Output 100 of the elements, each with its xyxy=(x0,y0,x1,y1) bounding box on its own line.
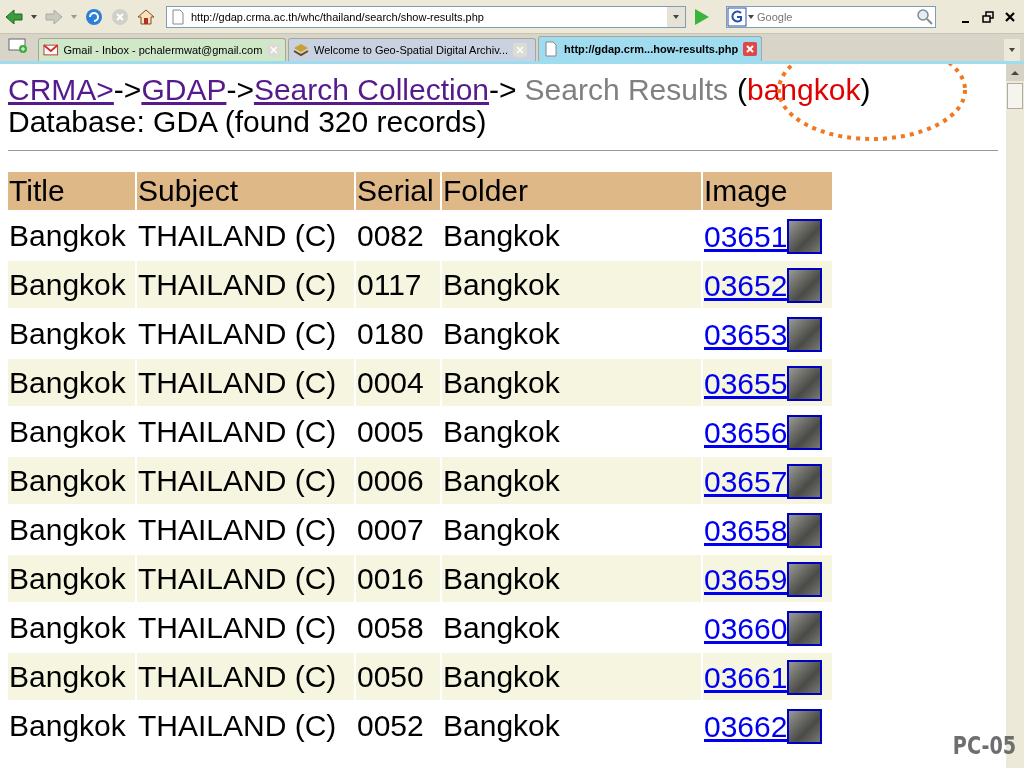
table-cell: 0117 xyxy=(356,261,440,308)
image-link[interactable]: 03662 xyxy=(704,712,788,744)
table-cell: 0006 xyxy=(356,457,440,504)
photo-placeholder[interactable] xyxy=(787,366,823,401)
parenthesis: ) xyxy=(860,73,871,106)
close-button[interactable] xyxy=(1004,10,1016,23)
table-cell: THAILAND (C) xyxy=(137,653,354,700)
breadcrumb-current: Search Results xyxy=(524,73,728,106)
figure-label: PC-05 xyxy=(952,732,1016,760)
table-cell-text: Bangkok xyxy=(442,609,561,646)
restore-button[interactable] xyxy=(982,10,994,23)
breadcrumb-link[interactable]: CRMA> xyxy=(8,73,114,106)
page-icon xyxy=(543,41,559,57)
table-cell: Bangkok xyxy=(8,457,135,504)
table-cell: 0016 xyxy=(356,555,440,602)
table-cell-text: 0180 xyxy=(356,315,425,352)
table-cell-text: 0082 xyxy=(356,217,425,254)
table-cell: Bangkok xyxy=(8,359,135,406)
dropdown-icon[interactable] xyxy=(672,12,680,21)
table-cell-text: Bangkok xyxy=(442,707,561,744)
image-link[interactable]: 03656 xyxy=(704,418,788,450)
image-link[interactable]: 03653 xyxy=(704,320,788,352)
search-field[interactable]: Google xyxy=(726,5,936,28)
tab-list-button[interactable] xyxy=(1008,46,1016,54)
column-header: Serial xyxy=(356,172,440,210)
photo-placeholder[interactable] xyxy=(787,562,823,597)
layers-icon xyxy=(293,42,309,58)
table-cell-text: Bangkok xyxy=(442,413,561,450)
table-cell-text: 0058 xyxy=(356,609,425,646)
table-cell: Bangkok xyxy=(8,555,135,602)
column-header: Title xyxy=(8,172,135,210)
table-cell: 0050 xyxy=(356,653,440,700)
image-link[interactable]: 03658 xyxy=(704,516,788,548)
breadcrumb-link[interactable]: GDAP xyxy=(141,73,227,106)
envelope-icon xyxy=(43,42,59,58)
table-cell: 0004 xyxy=(356,359,440,406)
database-summary: Database: GDA (found 320 records) xyxy=(8,107,488,137)
scroll-up-button[interactable] xyxy=(1011,69,1019,76)
new-tab-button[interactable] xyxy=(8,36,28,54)
breadcrumb-separator: -> xyxy=(113,73,142,106)
photo-placeholder[interactable] xyxy=(787,415,823,450)
table-cell-text: 0052 xyxy=(356,707,425,744)
photo-placeholder[interactable] xyxy=(787,611,823,646)
table-cell: THAILAND (C) xyxy=(137,555,354,602)
photo-placeholder[interactable] xyxy=(787,219,823,254)
browser-tab[interactable]: Gmail - Inbox - pchalermwat@gmail.com xyxy=(38,38,286,61)
column-header: Subject xyxy=(137,172,354,210)
table-cell: Bangkok xyxy=(8,261,135,308)
breadcrumb-separator: -> xyxy=(226,73,254,106)
photo-placeholder[interactable] xyxy=(787,660,823,695)
table-cell-text: THAILAND (C) xyxy=(137,707,338,744)
browser-tab[interactable]: Welcome to Geo-Spatial Digital Archiv... xyxy=(288,38,536,61)
table-cell-text: THAILAND (C) xyxy=(137,511,338,548)
table-cell-text: THAILAND (C) xyxy=(137,217,338,254)
table-cell-text: THAILAND (C) xyxy=(137,315,338,352)
table-cell-text: Bangkok xyxy=(442,315,561,352)
reload-button[interactable] xyxy=(84,6,104,27)
table-cell-text: 0005 xyxy=(356,413,425,450)
photo-placeholder[interactable] xyxy=(787,317,823,352)
table-cell-text: Bangkok xyxy=(8,315,127,352)
search-term: bangkok xyxy=(747,73,861,106)
table-cell-text: Bangkok xyxy=(8,413,127,450)
caret-icon[interactable] xyxy=(30,12,38,21)
table-cell-text: Bangkok xyxy=(442,217,561,254)
search-engine-icon[interactable] xyxy=(727,6,747,27)
tab-close-button[interactable] xyxy=(743,42,758,56)
table-cell: Bangkok xyxy=(442,359,701,406)
table-cell: Bangkok xyxy=(442,555,701,602)
photo-placeholder[interactable] xyxy=(787,464,823,499)
table-cell: Bangkok xyxy=(442,261,701,308)
address-text: http://gdap.crma.ac.th/whc/thailand/search/show-results.php xyxy=(191,10,485,23)
table-cell-text: Bangkok xyxy=(442,511,561,548)
browser-tab[interactable]: http://gdap.crm...how-results.php xyxy=(538,36,763,61)
breadcrumb-separator: -> xyxy=(489,73,517,106)
table-cell-text: Bangkok xyxy=(8,707,127,744)
page-icon xyxy=(171,8,185,25)
image-link[interactable]: 03651 xyxy=(704,222,788,254)
table-cell-text: Bangkok xyxy=(8,217,127,254)
column-header: Image xyxy=(703,172,832,210)
table-cell-text: 0007 xyxy=(356,511,425,548)
scrollbar-thumb[interactable] xyxy=(1007,83,1023,109)
table-cell: Bangkok xyxy=(442,457,701,504)
breadcrumb-link[interactable]: Search Collection xyxy=(253,73,490,106)
parenthesis: ( xyxy=(737,73,747,106)
search-icon[interactable] xyxy=(915,6,935,27)
column-header: Folder xyxy=(442,172,701,210)
table-cell: THAILAND (C) xyxy=(137,457,354,504)
back-button[interactable] xyxy=(4,6,24,27)
table-cell-text: Bangkok xyxy=(8,609,127,646)
table-cell-text: THAILAND (C) xyxy=(137,609,338,646)
table-cell: Bangkok xyxy=(442,653,701,700)
table-cell-text: Bangkok xyxy=(8,511,127,548)
table-cell: THAILAND (C) xyxy=(137,261,354,308)
photo-placeholder[interactable] xyxy=(787,709,823,744)
photo-placeholder[interactable] xyxy=(787,268,823,303)
photo-placeholder[interactable] xyxy=(787,513,823,548)
table-cell-text: THAILAND (C) xyxy=(137,413,338,450)
image-link[interactable]: 03660 xyxy=(704,614,788,646)
table-cell: Bangkok xyxy=(8,653,135,700)
address-field[interactable]: http://gdap.crma.ac.th/whc/thailand/search/show-results.php xyxy=(166,5,686,28)
